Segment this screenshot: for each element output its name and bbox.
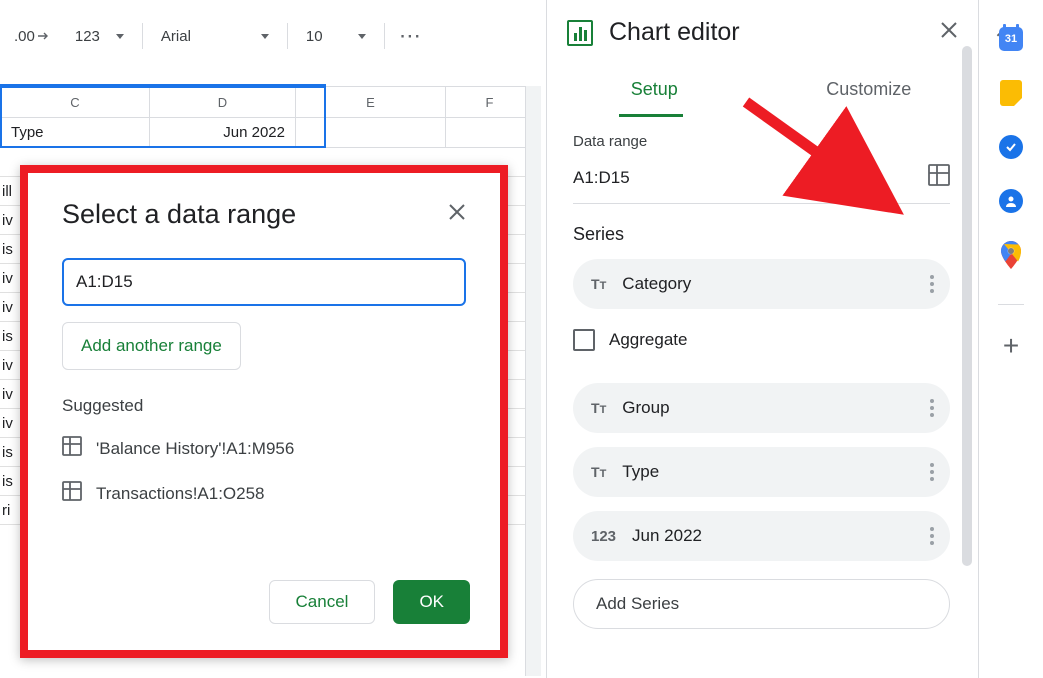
side-panel-rail: 31 + (978, 0, 1043, 678)
col-header-c[interactable]: C (0, 87, 150, 117)
series-chip-group[interactable]: TT Group (573, 383, 950, 433)
divider (287, 23, 288, 49)
data-range-input[interactable] (62, 258, 466, 306)
col-header-f[interactable]: F (446, 87, 534, 117)
series-chip-category[interactable]: TT Category (573, 259, 950, 309)
col-header-e[interactable]: E (296, 87, 446, 117)
text-type-icon: TT (591, 276, 606, 292)
calendar-app-button[interactable]: 31 (998, 26, 1024, 52)
contacts-icon (999, 189, 1023, 213)
add-series-button[interactable]: Add Series (573, 579, 950, 629)
tasks-app-button[interactable] (998, 134, 1024, 160)
series-heading: Series (573, 224, 950, 245)
chip-menu-button[interactable] (930, 527, 934, 545)
data-range-label: Data range (573, 133, 950, 150)
chevron-down-icon (261, 34, 269, 39)
maps-icon (1001, 241, 1021, 269)
arrow-right-icon (37, 31, 51, 41)
chip-label: Jun 2022 (632, 526, 702, 546)
close-editor-button[interactable] (940, 21, 958, 44)
keep-icon (1000, 80, 1022, 106)
close-dialog-button[interactable] (448, 203, 466, 226)
select-data-range-dialog: Select a data range Add another range Su… (20, 165, 508, 658)
rail-divider (998, 304, 1024, 305)
cell-type[interactable]: Type (0, 118, 150, 147)
header-row[interactable]: Type Jun 2022 (0, 118, 540, 148)
col-header-d[interactable]: D (150, 87, 296, 117)
keep-app-button[interactable] (998, 80, 1024, 106)
chip-menu-button[interactable] (930, 275, 934, 293)
chart-editor-panel: Chart editor Setup Customize Data range … (546, 0, 976, 678)
text-type-icon: TT (591, 464, 606, 480)
chip-label: Category (622, 274, 691, 294)
cell-f[interactable] (446, 118, 534, 147)
aggregate-checkbox[interactable] (573, 329, 595, 351)
data-range-value[interactable]: A1:D15 (573, 168, 630, 188)
tab-setup[interactable]: Setup (547, 65, 762, 114)
suggestion-item[interactable]: Transactions!A1:O258 (62, 481, 466, 506)
cell-e[interactable] (296, 118, 446, 147)
add-another-range-button[interactable]: Add another range (62, 322, 241, 370)
chevron-down-icon (116, 34, 124, 39)
fontsize-dropdown[interactable]: 10 (296, 24, 376, 49)
suggestion-item[interactable]: 'Balance History'!A1:M956 (62, 436, 466, 461)
add-app-button[interactable]: + (998, 333, 1024, 359)
selection-edge (0, 84, 326, 86)
more-icon: ⋯ (399, 23, 423, 49)
editor-scrollbar[interactable] (962, 10, 972, 668)
decimal-label: .00 (14, 28, 35, 45)
scrollbar-thumb[interactable] (962, 46, 972, 566)
fontsize-label: 10 (306, 28, 323, 45)
chip-menu-button[interactable] (930, 463, 934, 481)
cancel-button[interactable]: Cancel (269, 580, 376, 624)
column-headers: C D E F (0, 86, 540, 118)
chip-menu-button[interactable] (930, 399, 934, 417)
grid-icon (62, 436, 82, 461)
chart-editor-title: Chart editor (609, 18, 740, 47)
grid-icon (62, 481, 82, 506)
grid-icon (928, 164, 950, 186)
tab-customize[interactable]: Customize (762, 65, 977, 114)
add-series-label: Add Series (596, 594, 679, 614)
aggregate-label: Aggregate (609, 330, 687, 350)
suggested-label: Suggested (62, 396, 466, 416)
aggregate-row[interactable]: Aggregate (573, 329, 950, 351)
chart-icon (567, 20, 593, 46)
chip-label: Group (622, 398, 669, 418)
number-type-icon: 123 (591, 528, 616, 545)
tasks-icon (999, 135, 1023, 159)
dialog-title: Select a data range (62, 199, 296, 230)
decrease-decimal-button[interactable]: .00 (8, 24, 57, 49)
cell-jun2022[interactable]: Jun 2022 (150, 118, 296, 147)
divider (384, 23, 385, 49)
maps-app-button[interactable] (998, 242, 1024, 268)
suggestion-label: 'Balance History'!A1:M956 (96, 439, 294, 459)
calendar-icon: 31 (999, 27, 1023, 51)
more-button[interactable]: ⋯ (393, 19, 429, 53)
editor-tabs: Setup Customize (547, 65, 976, 114)
close-icon (940, 21, 958, 39)
plus-icon: + (1003, 330, 1019, 362)
series-chip-type[interactable]: TT Type (573, 447, 950, 497)
format-dropdown[interactable]: 123 (65, 24, 134, 49)
divider (142, 23, 143, 49)
font-dropdown[interactable]: Arial (151, 24, 279, 49)
format-label: 123 (75, 28, 100, 45)
ok-button[interactable]: OK (393, 580, 470, 624)
sheet-scrollbar[interactable] (525, 86, 541, 676)
contacts-app-button[interactable] (998, 188, 1024, 214)
select-data-range-button[interactable] (928, 164, 950, 191)
text-type-icon: TT (591, 400, 606, 416)
suggestion-label: Transactions!A1:O258 (96, 484, 265, 504)
font-label: Arial (161, 28, 191, 45)
chevron-down-icon (358, 34, 366, 39)
close-icon (448, 203, 466, 221)
series-chip-jun2022[interactable]: 123 Jun 2022 (573, 511, 950, 561)
chip-label: Type (622, 462, 659, 482)
